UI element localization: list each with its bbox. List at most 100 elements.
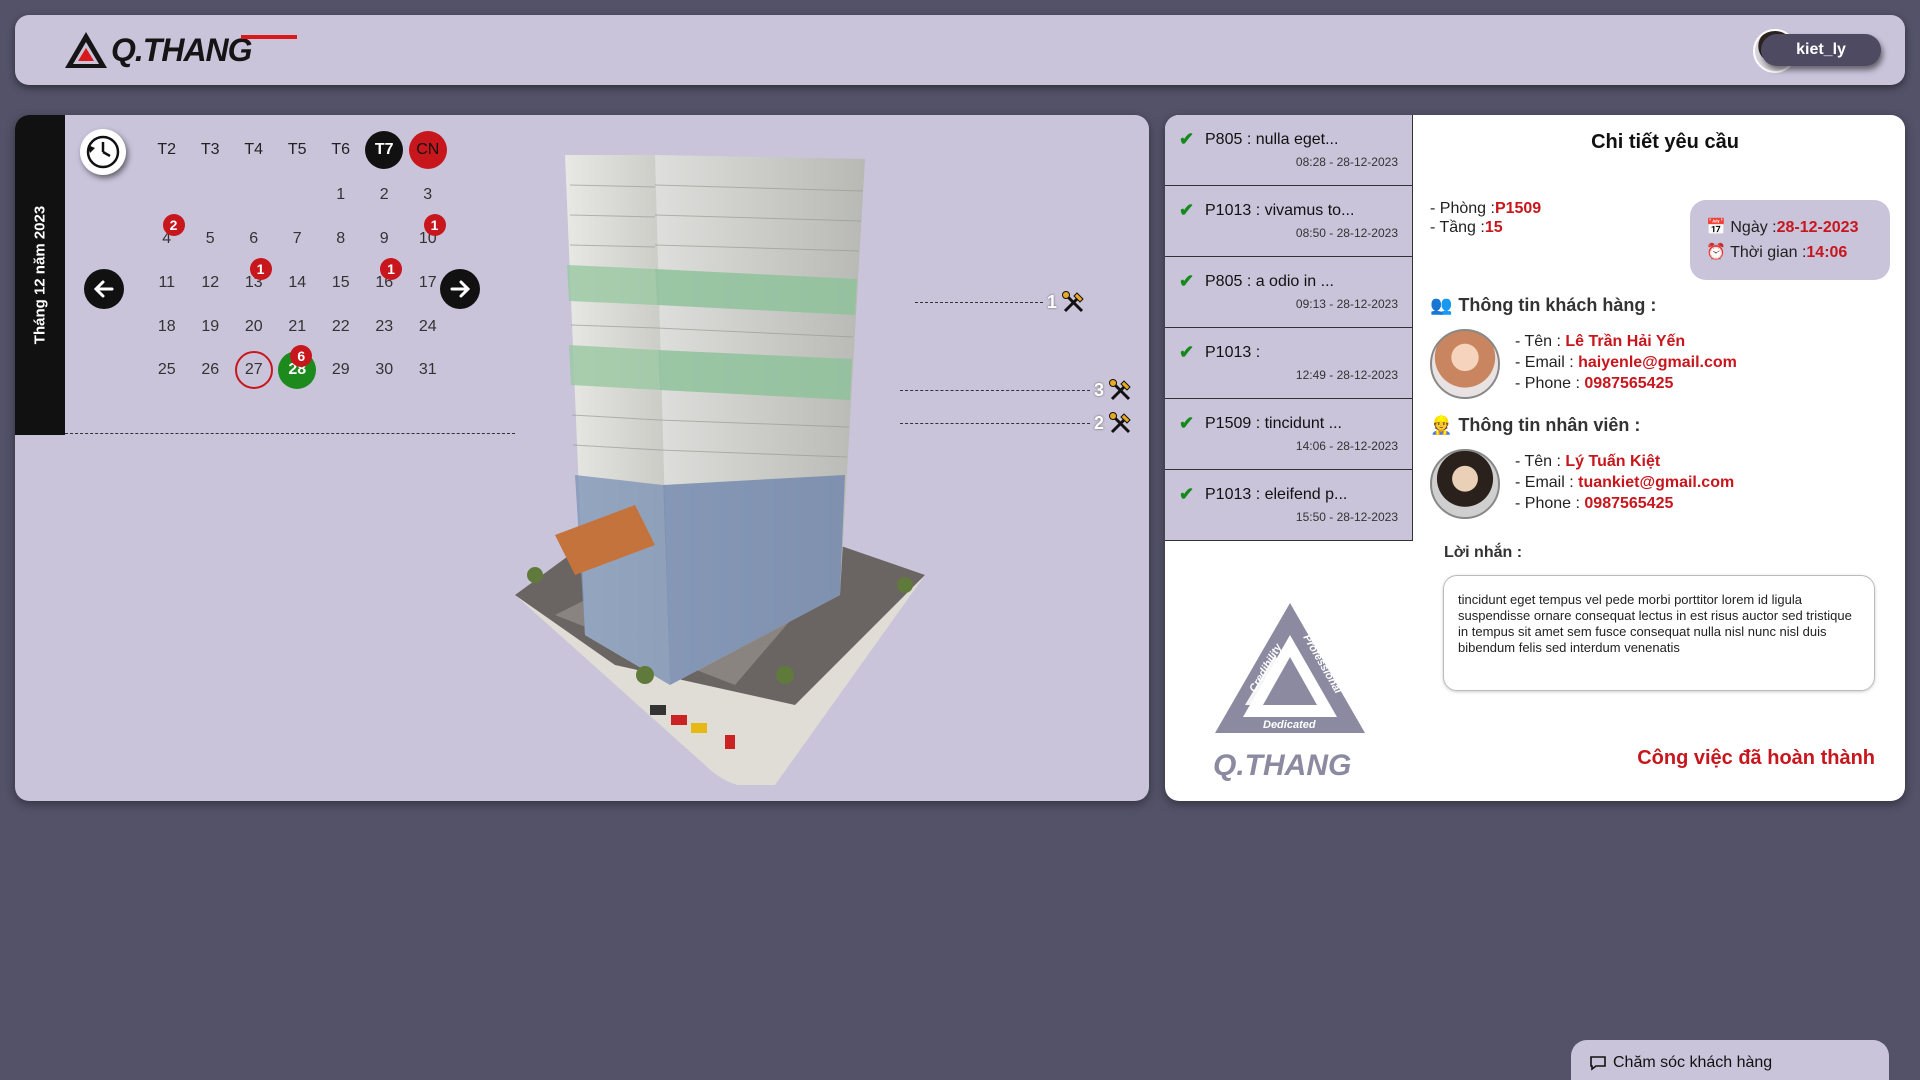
calendar-week-row: 25 26 27 28 6 29 30 31 <box>145 345 450 389</box>
floor-marker-1[interactable]: 1 <box>915 289 1087 315</box>
staff-name: Lý Tuấn Kiệt <box>1565 453 1661 470</box>
weekday-wed: T4 <box>244 141 264 158</box>
staff-avatar <box>1430 449 1500 519</box>
brand-logo[interactable]: Q.THANG <box>63 29 297 71</box>
calendar-day-number: 21 <box>288 318 307 335</box>
calendar-empty-cell <box>189 176 233 214</box>
calendar-day[interactable]: 13 1 <box>232 258 276 302</box>
request-count-badge: 1 <box>249 258 272 280</box>
calendar-day[interactable]: 29 <box>319 351 363 389</box>
calendar-day[interactable]: 7 <box>276 220 320 258</box>
calendar-day-number: 22 <box>331 318 350 335</box>
date-line: 📅 Ngày :28-12-2023 <box>1706 217 1858 237</box>
calendar-day[interactable]: 2 <box>363 176 407 214</box>
marker-number: 3 <box>1094 379 1105 400</box>
calendar-day[interactable]: 9 <box>363 220 407 258</box>
calendar-day[interactable]: 1 <box>319 176 363 214</box>
calendar-day[interactable]: 22 <box>319 308 363 346</box>
repair-tools-icon <box>1109 379 1131 401</box>
company-big-logo: Credibility Professional Dedicated Q.THA… <box>1213 603 1365 782</box>
calendar-day[interactable]: 20 <box>232 308 276 346</box>
check-icon: ✔ <box>1179 271 1195 291</box>
calendar-building-panel: Tháng 12 năm 2023 T2 T3 T4 T5 T6 T7 CN 1… <box>15 115 1149 801</box>
request-title: P1013 : vivamus to... <box>1205 202 1355 219</box>
calendar-day[interactable]: 18 <box>145 308 189 346</box>
calendar-divider <box>65 433 515 434</box>
calendar-day[interactable]: 21 <box>276 308 320 346</box>
calendar-day[interactable]: 16 1 <box>363 258 407 302</box>
request-item[interactable]: ✔ P805 : a odio in ... 09:13 - 28-12-202… <box>1165 257 1413 328</box>
calendar-day[interactable]: 31 <box>406 351 450 389</box>
calendar-day[interactable]: 3 <box>406 176 450 214</box>
calendar-day-number: 18 <box>157 318 176 335</box>
calendar-day[interactable]: 11 <box>145 264 189 302</box>
calendar-day[interactable]: 14 <box>276 264 320 302</box>
calendar-empty-cell <box>232 176 276 214</box>
message-label: Lời nhắn : <box>1444 544 1523 561</box>
email-label: - Email : <box>1515 474 1574 491</box>
prev-month-button[interactable] <box>84 269 124 309</box>
logo-word-dedicated: Dedicated <box>1263 719 1316 731</box>
calendar-day-number: 23 <box>375 318 394 335</box>
request-detail-panel: ✔ P805 : nulla eget... 08:28 - 28-12-202… <box>1165 115 1905 801</box>
request-time: 14:06 - 28-12-2023 <box>1295 439 1398 453</box>
message-box: tincidunt eget tempus vel pede morbi por… <box>1443 575 1875 691</box>
request-item[interactable]: ✔ P1013 : vivamus to... 08:50 - 28-12-20… <box>1165 186 1413 257</box>
calendar-day[interactable]: 8 <box>319 220 363 258</box>
calendar-day[interactable]: 17 <box>406 264 450 302</box>
request-item[interactable]: ✔ P1013 : eleifend p... 15:50 - 28-12-20… <box>1165 470 1413 541</box>
calendar-day-number: 3 <box>423 186 433 203</box>
calendar-day[interactable]: 15 <box>319 264 363 302</box>
request-item[interactable]: ✔ P805 : nulla eget... 08:28 - 28-12-202… <box>1165 115 1413 186</box>
weekday-thu: T5 <box>287 141 307 158</box>
calendar-day[interactable]: 12 <box>189 264 233 302</box>
calendar-day-number: 29 <box>331 361 350 378</box>
calendar-day[interactable]: 24 <box>406 308 450 346</box>
staff-email-line: - Email : tuankiet@gmail.com <box>1515 474 1734 492</box>
request-title: P805 : a odio in ... <box>1205 273 1334 290</box>
username-button[interactable]: kiet_ly <box>1761 34 1881 66</box>
floor-marker-3[interactable]: 3 <box>900 377 1134 403</box>
calendar-day[interactable]: 19 <box>189 308 233 346</box>
calendar-day[interactable]: 30 <box>363 351 407 389</box>
calendar-day[interactable]: 28 6 <box>278 345 317 389</box>
calendar-day[interactable]: 42 <box>145 214 189 258</box>
chat-label: Chăm sóc khách hàng <box>1613 1053 1773 1071</box>
history-clock-button[interactable] <box>80 129 126 175</box>
customer-card-icon: 👥 <box>1430 295 1453 315</box>
time-label: Thời gian : <box>1730 244 1807 261</box>
request-time: 09:13 - 28-12-2023 <box>1295 297 1398 311</box>
calendar-day-number: 30 <box>375 361 394 378</box>
customer-care-chat-button[interactable]: Chăm sóc khách hàng <box>1571 1040 1889 1080</box>
floor-marker-2[interactable]: 2 <box>900 410 1134 436</box>
check-icon: ✔ <box>1179 342 1195 362</box>
staff-person-icon: 👷 <box>1430 415 1453 435</box>
calendar-day[interactable]: 23 <box>363 308 407 346</box>
request-count-badge: 1 <box>423 214 446 236</box>
floor-line: - Tầng :15 <box>1430 219 1503 237</box>
calendar-week-row: 1 2 3 <box>145 176 450 214</box>
calendar-day[interactable]: 6 <box>232 220 276 258</box>
calendar-day[interactable]: 25 <box>145 351 189 389</box>
name-label: - Tên : <box>1515 453 1561 470</box>
calendar-day[interactable]: 10 1 <box>406 214 450 258</box>
calendar-day[interactable]: 26 <box>189 351 233 389</box>
check-icon: ✔ <box>1179 200 1195 220</box>
calendar-day-number: 19 <box>201 318 220 335</box>
marker-line <box>915 301 1043 303</box>
staff-name-line: - Tên : Lý Tuấn Kiệt <box>1515 453 1660 471</box>
check-icon: ✔ <box>1179 413 1195 433</box>
request-title: P1013 : eleifend p... <box>1205 486 1348 503</box>
customer-heading: 👥 Thông tin khách hàng : <box>1430 295 1656 316</box>
request-item[interactable]: ✔ P1509 : tincidunt ... 14:06 - 28-12-20… <box>1165 399 1413 470</box>
weekday-fri: T6 <box>331 141 351 158</box>
calendar-day[interactable]: 27 <box>234 351 273 389</box>
check-icon: ✔ <box>1179 484 1195 504</box>
calendar-week-row: 11 12 13 1 14 15 16 1 17 <box>145 258 450 302</box>
date-label: Ngày : <box>1730 219 1777 236</box>
calendar-day[interactable]: 5 <box>189 220 233 258</box>
calendar-day-number: 12 <box>201 274 220 291</box>
date-time-box: 📅 Ngày :28-12-2023 ⏰ Thời gian :14:06 <box>1690 200 1890 280</box>
email-label: - Email : <box>1515 354 1574 371</box>
request-item[interactable]: ✔ P1013 : 12:49 - 28-12-2023 <box>1165 328 1413 399</box>
